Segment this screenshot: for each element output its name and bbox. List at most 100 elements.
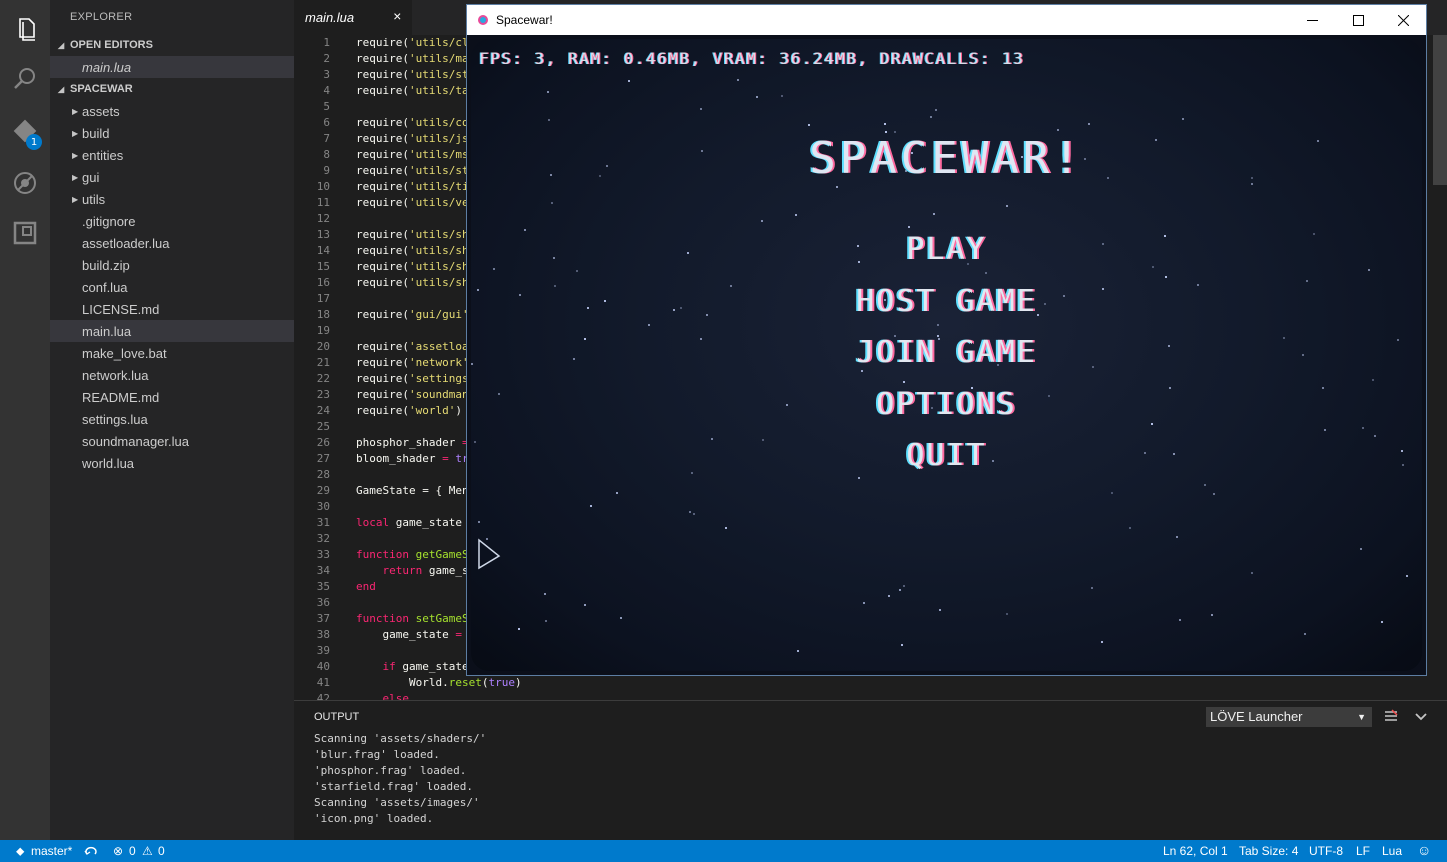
folder-item[interactable]: ▶ entities	[50, 144, 294, 166]
tab-size[interactable]: Tab Size: 4	[1239, 844, 1298, 858]
star-particle	[1251, 572, 1253, 574]
file-label: make_love.bat	[82, 345, 167, 361]
star-particle	[628, 80, 630, 82]
star-particle	[620, 617, 622, 619]
file-item[interactable]: LICENSE.md	[50, 298, 294, 320]
file-item[interactable]: main.lua	[50, 320, 294, 342]
folder-item[interactable]: ▶ gui	[50, 166, 294, 188]
line-number: 4	[323, 84, 330, 97]
star-particle	[478, 521, 480, 523]
star-particle	[908, 226, 910, 228]
menu-play[interactable]: PLAY	[471, 232, 1422, 267]
git-icon[interactable]	[0, 106, 50, 156]
line-number: 9	[323, 164, 330, 177]
star-particle	[518, 628, 520, 630]
file-item[interactable]: assetloader.lua	[50, 232, 294, 254]
cursor-position[interactable]: Ln 62, Col 1	[1163, 844, 1228, 858]
minimize-icon	[1306, 19, 1318, 21]
line-number: 35	[316, 580, 330, 593]
star-particle	[884, 123, 886, 125]
file-item[interactable]: world.lua	[50, 452, 294, 474]
star-particle	[693, 513, 695, 515]
star-particle	[584, 604, 586, 606]
file-item[interactable]: build.zip	[50, 254, 294, 276]
line-number: 32	[316, 532, 330, 545]
chevron-right-icon: ▶	[72, 128, 79, 138]
code-line: require('utils/sh	[356, 228, 469, 241]
files-icon[interactable]	[0, 4, 50, 54]
line-number: 11	[316, 196, 330, 209]
crt-screen: FPS: 3, RAM: 0.46MB, VRAM: 36.24MB, DRAW…	[471, 39, 1422, 671]
line-number: 3	[323, 68, 330, 81]
file-label: .gitignore	[82, 213, 136, 229]
folder-item[interactable]: ▶ assets	[50, 100, 294, 122]
close-window-button[interactable]	[1380, 5, 1426, 35]
encoding[interactable]: UTF-8	[1309, 844, 1343, 858]
star-particle	[797, 650, 799, 652]
star-particle	[700, 108, 702, 110]
line-ending[interactable]: LF	[1356, 844, 1370, 858]
feedback-smiley-icon[interactable]: ☺	[1417, 842, 1431, 858]
tab-main-lua[interactable]: main.lua ×	[294, 0, 412, 35]
file-item[interactable]: README.md	[50, 386, 294, 408]
mouse-cursor-icon	[478, 538, 501, 570]
language-mode[interactable]: Lua	[1382, 844, 1402, 858]
output-line: 'starfield.frag' loaded.	[314, 780, 473, 793]
game-window-titlebar[interactable]: Spacewar!	[467, 5, 1426, 35]
panel-title[interactable]: OUTPUT	[314, 711, 359, 723]
collapse-panel-icon[interactable]	[1414, 709, 1428, 723]
code-line: end	[356, 580, 376, 593]
menu-join-game[interactable]: JOIN GAME	[471, 335, 1422, 370]
menu-host-game[interactable]: HOST GAME	[471, 284, 1422, 319]
output-line: 'phosphor.frag' loaded.	[314, 764, 467, 777]
minimize-button[interactable]	[1289, 5, 1335, 35]
project-header[interactable]: ◢ SPACEWAR	[50, 78, 294, 100]
error-count[interactable]: 0	[129, 844, 136, 858]
search-icon[interactable]	[0, 54, 50, 104]
file-label: network.lua	[82, 367, 149, 383]
file-label: world.lua	[82, 455, 135, 471]
star-particle	[1360, 548, 1362, 550]
folder-label: gui	[82, 169, 100, 185]
warning-count[interactable]: 0	[158, 844, 165, 858]
line-number: 38	[316, 628, 330, 641]
line-number: 23	[316, 388, 330, 401]
file-label: main.lua	[82, 323, 132, 339]
code-line: require('utils/ti	[356, 180, 469, 193]
maximize-button[interactable]	[1335, 5, 1381, 35]
code-line: game_state =	[356, 628, 462, 641]
file-item[interactable]: soundmanager.lua	[50, 430, 294, 452]
debug-icon[interactable]	[0, 158, 50, 208]
star-particle	[1406, 575, 1408, 577]
menu-options[interactable]: OPTIONS	[471, 387, 1422, 422]
output-channel-select[interactable]: LÖVE Launcher ▼	[1206, 707, 1372, 727]
code-line: function getGameS	[356, 548, 469, 561]
folder-item[interactable]: ▶ build	[50, 122, 294, 144]
editor-scrollbar[interactable]	[1433, 35, 1447, 185]
code-line: function setGameS	[356, 612, 469, 625]
clear-output-icon[interactable]	[1384, 709, 1398, 723]
sync-icon[interactable]	[84, 845, 98, 857]
code-line: require('gui/gui')	[356, 308, 475, 321]
file-item[interactable]: network.lua	[50, 364, 294, 386]
file-item[interactable]: settings.lua	[50, 408, 294, 430]
file-label: soundmanager.lua	[82, 433, 189, 449]
game-canvas[interactable]: FPS: 3, RAM: 0.46MB, VRAM: 36.24MB, DRAW…	[467, 35, 1426, 675]
star-particle	[1213, 493, 1215, 495]
star-particle	[1057, 129, 1059, 131]
extensions-icon[interactable]	[0, 208, 50, 258]
close-icon[interactable]: ×	[393, 8, 401, 24]
git-branch[interactable]: master*	[31, 844, 72, 858]
line-number: 37	[316, 612, 330, 625]
menu-quit[interactable]: QUIT	[471, 438, 1422, 473]
open-editors-header[interactable]: ◢ OPEN EDITORS	[50, 34, 294, 56]
folder-item[interactable]: ▶ utils	[50, 188, 294, 210]
file-item[interactable]: make_love.bat	[50, 342, 294, 364]
star-particle	[1091, 587, 1093, 589]
file-item[interactable]: .gitignore	[50, 210, 294, 232]
line-number: 10	[316, 180, 330, 193]
line-number: 21	[316, 356, 330, 369]
open-editor-item[interactable]: main.lua	[50, 56, 294, 78]
file-item[interactable]: conf.lua	[50, 276, 294, 298]
chevron-down-icon: ◢	[58, 40, 65, 50]
